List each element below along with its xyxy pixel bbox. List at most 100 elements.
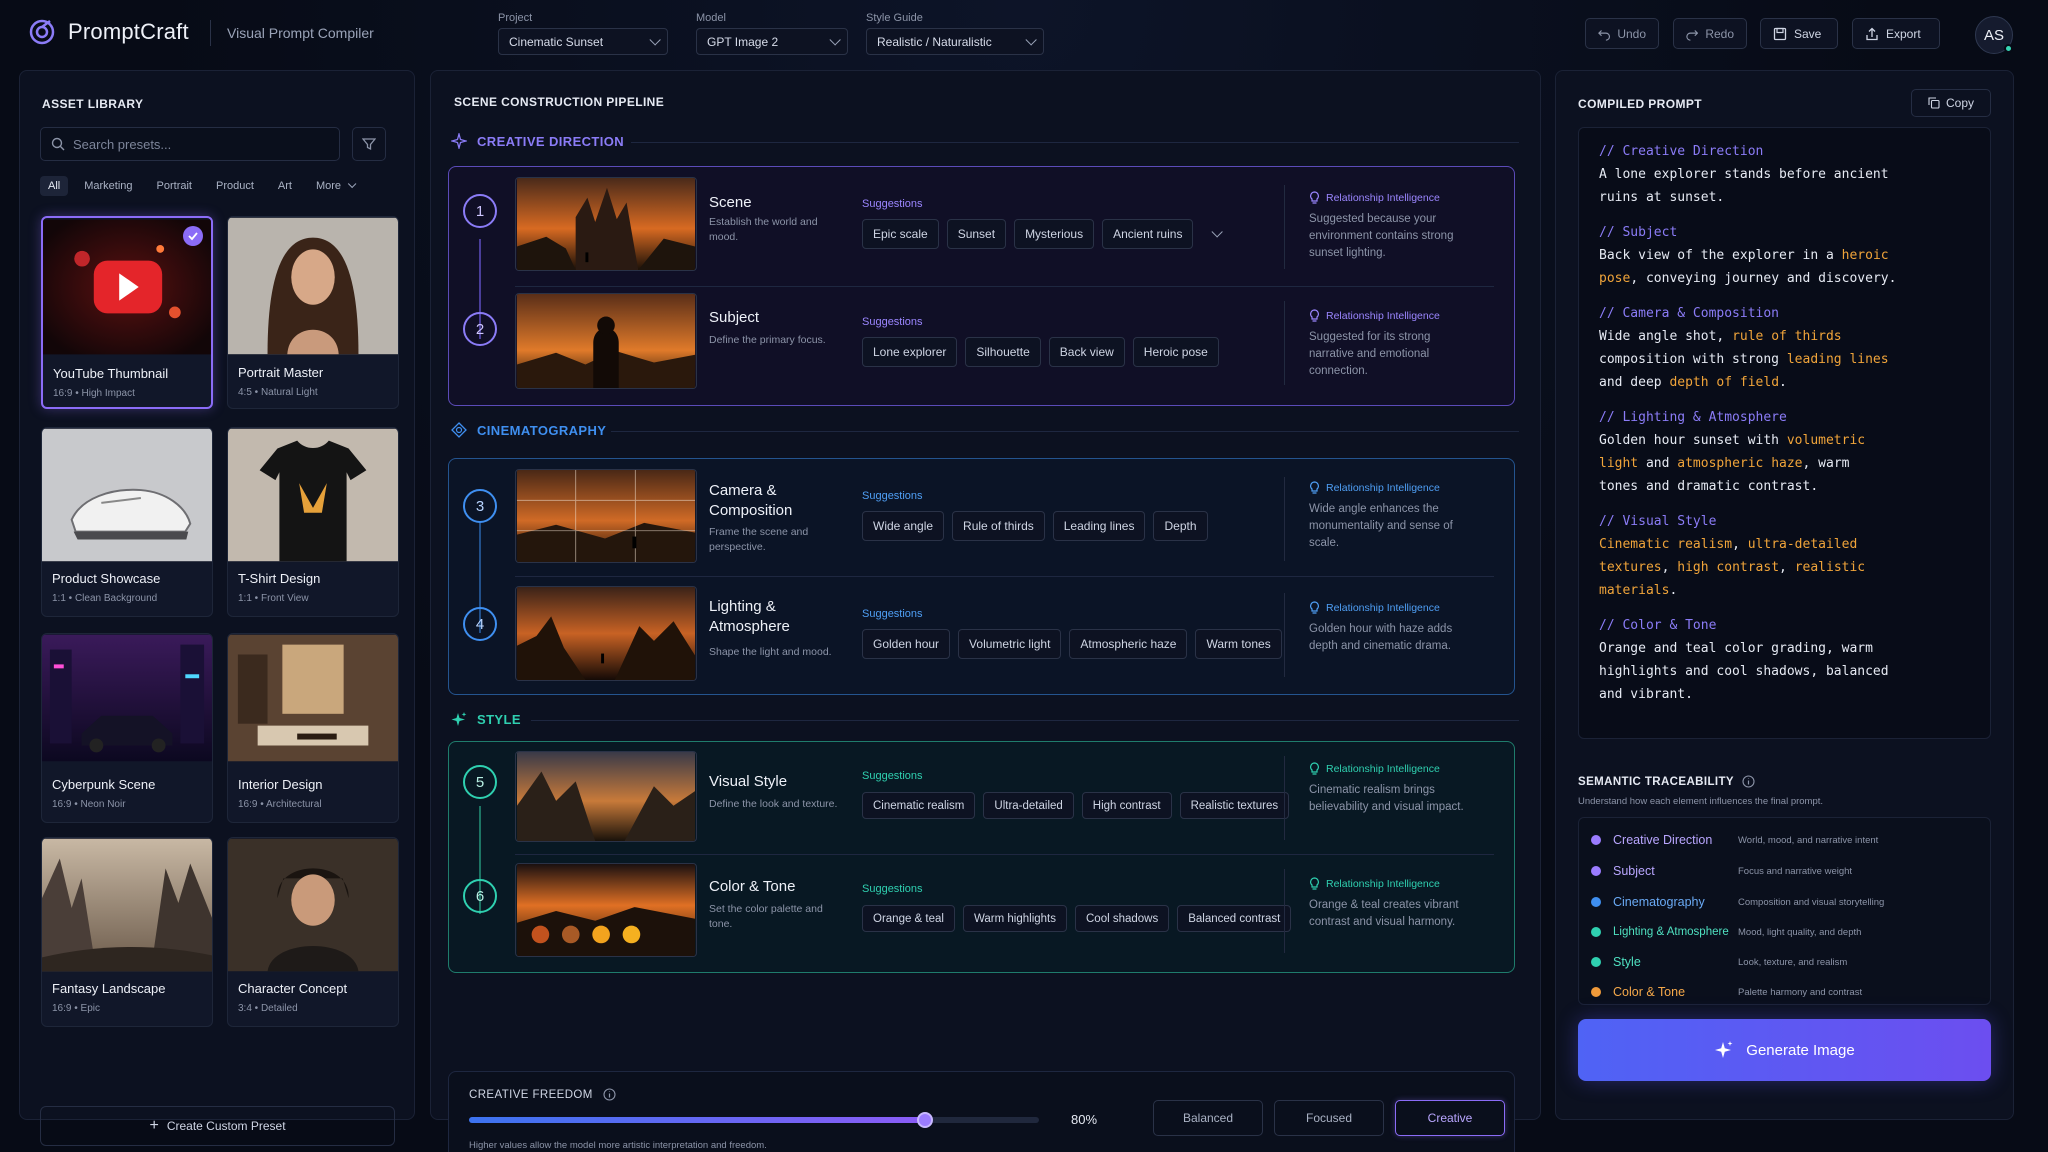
trace-desc: Focus and narrative weight xyxy=(1738,865,1853,877)
chip[interactable]: Lone explorer xyxy=(862,337,958,367)
chip[interactable]: Epic scale xyxy=(862,219,939,249)
expand-chevron-icon[interactable] xyxy=(1211,226,1224,238)
filter-tab-art[interactable]: Art xyxy=(270,176,300,196)
chip[interactable]: Silhouette xyxy=(965,337,1041,367)
step-lighting-atmosphere[interactable]: 4 Lighting & Atmosphere Shape the light … xyxy=(449,577,1514,696)
filter-button[interactable] xyxy=(352,127,386,161)
trace-item-creative-direction[interactable]: Creative Direction World, mood, and narr… xyxy=(1591,830,1878,850)
copy-button[interactable]: Copy xyxy=(1911,89,1991,117)
trace-item-style[interactable]: Style Look, texture, and realism xyxy=(1591,952,1847,972)
save-button[interactable]: Save xyxy=(1760,18,1838,49)
creative-freedom-hint: Higher values allow the model more artis… xyxy=(469,1140,767,1151)
chip[interactable]: Back view xyxy=(1048,337,1125,367)
search-icon xyxy=(51,137,65,151)
trace-dot xyxy=(1591,897,1601,907)
chip[interactable]: Ancient ruins xyxy=(1102,219,1194,249)
export-button[interactable]: Export xyxy=(1852,18,1940,49)
step-title: Scene xyxy=(709,194,752,211)
preset-card-fantasy-landscape[interactable]: Fantasy Landscape 16:9 • Epic xyxy=(41,837,213,1027)
chip[interactable]: Warm highlights xyxy=(962,905,1067,932)
chevron-down-icon xyxy=(1025,33,1037,46)
chip[interactable]: Ultra-detailed xyxy=(983,792,1074,819)
chip[interactable]: Golden hour xyxy=(862,629,951,659)
info-icon[interactable] xyxy=(1742,775,1755,788)
mode-creative-button[interactable]: Creative xyxy=(1395,1100,1505,1136)
code-line: materials. xyxy=(1599,583,1678,598)
filter-tab-product[interactable]: Product xyxy=(208,176,262,196)
card-subtitle: 3:4 • Detailed xyxy=(238,1003,298,1014)
chip[interactable]: Realistic textures xyxy=(1179,792,1290,819)
trace-name: Color & Tone xyxy=(1613,985,1686,999)
chip[interactable]: Cinematic realism xyxy=(862,792,976,819)
preset-card-character-concept[interactable]: Character Concept 3:4 • Detailed xyxy=(227,837,399,1027)
card-title: Fantasy Landscape xyxy=(52,981,166,996)
style-guide-dropdown[interactable]: Realistic / Naturalistic xyxy=(866,28,1044,55)
step-visual-style[interactable]: 5 Visual Style Define the look and textu… xyxy=(449,742,1514,855)
chip[interactable]: Depth xyxy=(1153,511,1208,541)
mode-balanced-button[interactable]: Balanced xyxy=(1153,1100,1263,1136)
chip[interactable]: Atmospheric haze xyxy=(1069,629,1188,659)
trace-item-subject[interactable]: Subject Focus and narrative weight xyxy=(1591,861,1852,881)
chip[interactable]: Volumetric light xyxy=(958,629,1062,659)
chip[interactable]: Heroic pose xyxy=(1132,337,1219,367)
style-guide-select[interactable]: Style Guide Realistic / Naturalistic xyxy=(866,12,1044,55)
step-camera-composition[interactable]: 3 Camera & Composition Frame the scene a… xyxy=(449,459,1514,577)
create-custom-preset-button[interactable]: + Create Custom Preset xyxy=(40,1106,395,1146)
step-scene[interactable]: 1 Scene Establish the world and mood. Su… xyxy=(449,167,1514,287)
chevron-down-icon xyxy=(347,179,357,189)
creative-freedom-header: CREATIVE FREEDOM xyxy=(469,1088,616,1101)
chip[interactable]: Mysterious xyxy=(1014,219,1095,249)
traceability-list: Creative Direction World, mood, and narr… xyxy=(1578,817,1991,1005)
project-dropdown[interactable]: Cinematic Sunset xyxy=(498,28,668,55)
preset-card-interior-design[interactable]: Interior Design 16:9 • Architectural xyxy=(227,633,399,823)
relationship-intelligence-label: Relationship Intelligence xyxy=(1309,762,1440,775)
project-value: Cinematic Sunset xyxy=(509,34,604,49)
section-style: STYLE xyxy=(451,711,521,727)
chip[interactable]: Cool shadows xyxy=(1075,905,1170,932)
chip[interactable]: Leading lines xyxy=(1052,511,1146,541)
online-status-dot xyxy=(2004,44,2013,53)
chip[interactable]: Rule of thirds xyxy=(952,511,1045,541)
filter-tab-portrait[interactable]: Portrait xyxy=(149,176,200,196)
app-subtitle: Visual Prompt Compiler xyxy=(227,25,374,41)
step-color-tone[interactable]: 6 Color & Tone Set the color palette and… xyxy=(449,855,1514,974)
avatar[interactable]: AS xyxy=(1975,16,2013,54)
preset-card-portrait-master[interactable]: Portrait Master 4:5 • Natural Light xyxy=(227,216,399,409)
filter-tab-more[interactable]: More xyxy=(308,176,361,196)
preset-card-product-showcase[interactable]: Product Showcase 1:1 • Clean Background xyxy=(41,427,213,617)
code-comment: // Visual Style xyxy=(1599,514,1717,529)
step-subject[interactable]: 2 Subject Define the primary focus. Sugg… xyxy=(449,287,1514,407)
app-logo[interactable]: PromptCraft xyxy=(28,18,189,46)
filter-tab-marketing[interactable]: Marketing xyxy=(76,176,140,196)
model-select[interactable]: Model GPT Image 2 xyxy=(696,12,848,55)
creative-freedom-slider[interactable] xyxy=(469,1112,1039,1128)
chip[interactable]: Warm tones xyxy=(1195,629,1282,659)
undo-button[interactable]: Undo xyxy=(1585,18,1659,49)
mode-focused-button[interactable]: Focused xyxy=(1274,1100,1384,1136)
slider-handle[interactable] xyxy=(917,1112,933,1128)
chip[interactable]: Balanced contrast xyxy=(1177,905,1292,932)
step-title: Subject xyxy=(709,309,760,326)
relationship-intelligence-label: Relationship Intelligence xyxy=(1309,877,1440,890)
trace-item-lighting-atmosphere[interactable]: Lighting & Atmosphere Mood, light qualit… xyxy=(1591,922,1861,942)
chip[interactable]: Wide angle xyxy=(862,511,945,541)
trace-dot xyxy=(1591,866,1601,876)
filter-tab-all[interactable]: All xyxy=(40,176,69,196)
project-select[interactable]: Project Cinematic Sunset xyxy=(498,12,668,55)
preset-card-cyberpunk-scene[interactable]: Cyberpunk Scene 16:9 • Neon Noir xyxy=(41,633,213,823)
model-dropdown[interactable]: GPT Image 2 xyxy=(696,28,848,55)
preset-card-youtube-thumbnail[interactable]: YouTube Thumbnail 16:9 • High Impact xyxy=(41,216,213,409)
generate-image-button[interactable]: Generate Image xyxy=(1578,1019,1991,1081)
chip[interactable]: High contrast xyxy=(1081,792,1172,819)
slider-fill xyxy=(469,1117,925,1123)
preset-card-t-shirt-design[interactable]: T-Shirt Design 1:1 • Front View xyxy=(227,427,399,617)
trace-item-color-tone[interactable]: Color & Tone Palette harmony and contras… xyxy=(1591,982,1862,1002)
export-icon xyxy=(1866,27,1878,40)
info-icon[interactable] xyxy=(603,1088,616,1101)
compiled-prompt-code[interactable]: // Creative Direction A lone explorer st… xyxy=(1578,127,1991,739)
trace-item-cinematography[interactable]: Cinematography Composition and visual st… xyxy=(1591,892,1884,912)
redo-button[interactable]: Redo xyxy=(1673,18,1747,49)
search-input[interactable]: Search presets... xyxy=(40,127,340,161)
chip[interactable]: Sunset xyxy=(946,219,1007,249)
chip[interactable]: Orange & teal xyxy=(862,905,955,932)
